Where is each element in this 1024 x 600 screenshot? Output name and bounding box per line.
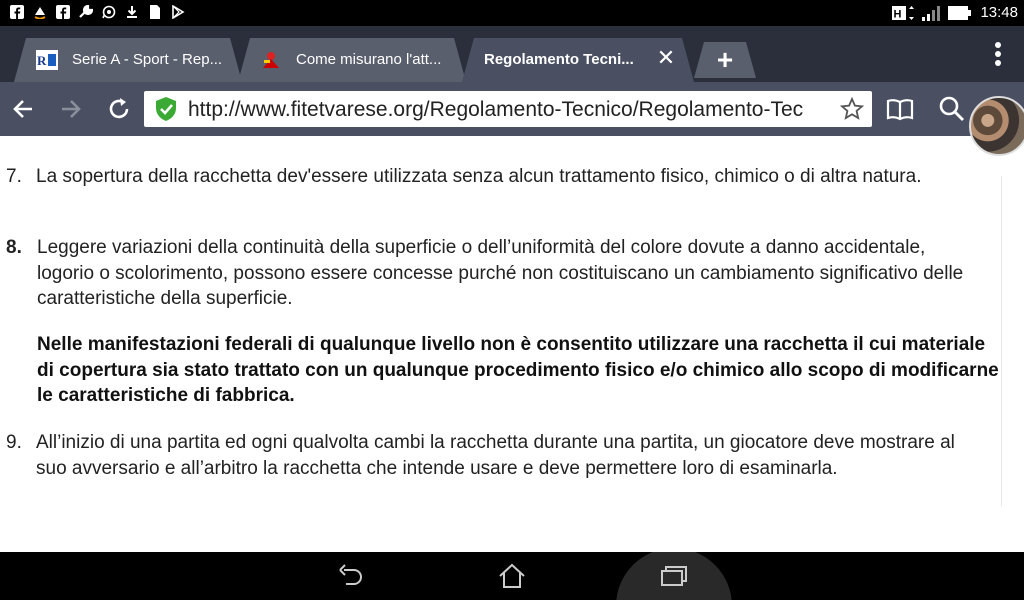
whatsapp-icon bbox=[102, 5, 116, 19]
clock: 13:48 bbox=[980, 4, 1018, 21]
download-icon bbox=[125, 5, 139, 19]
page-content: 7. La sopertura della racchetta dev'esse… bbox=[0, 136, 1024, 552]
tab-regolamento[interactable]: Regolamento Tecni... ✕ bbox=[462, 38, 694, 82]
facebook-icon bbox=[56, 5, 70, 19]
tab-label: Come misurano l'att... bbox=[296, 51, 442, 68]
tab-label: Serie A - Sport - Rep... bbox=[72, 51, 222, 68]
search-icon[interactable] bbox=[937, 94, 967, 124]
forward-arrow-icon[interactable] bbox=[56, 94, 86, 124]
back-nav-icon[interactable] bbox=[336, 562, 366, 590]
toolbar: http://www.fitetvarese.org/Regolamento-T… bbox=[0, 82, 1024, 136]
recents-icon[interactable] bbox=[659, 562, 689, 590]
signal-bars-icon bbox=[922, 5, 941, 21]
scrollbar[interactable] bbox=[1001, 176, 1002, 506]
system-indicators: H 13:48 bbox=[892, 4, 1018, 21]
item-number: 9. bbox=[6, 432, 22, 453]
home-icon[interactable] bbox=[497, 562, 527, 590]
url-bar[interactable]: http://www.fitetvarese.org/Regolamento-T… bbox=[144, 91, 872, 127]
notification-icons bbox=[10, 5, 185, 19]
item-text: Leggere variazioni della continuità dell… bbox=[37, 237, 964, 309]
reader-mode-icon[interactable] bbox=[885, 94, 915, 124]
new-tab-button[interactable]: + bbox=[694, 42, 756, 78]
wrench-icon bbox=[79, 5, 93, 19]
red-figure-favicon bbox=[260, 50, 282, 70]
url-text[interactable]: http://www.fitetvarese.org/Regolamento-T… bbox=[188, 98, 828, 122]
battery-icon bbox=[948, 5, 972, 21]
tab-strip: R Serie A - Sport - Rep... Come misurano… bbox=[0, 26, 1024, 82]
svg-text:H: H bbox=[894, 8, 902, 20]
overflow-menu-icon[interactable] bbox=[994, 42, 1002, 66]
tab-label: Regolamento Tecni... bbox=[484, 51, 634, 68]
play-store-icon bbox=[171, 5, 185, 19]
svg-text:R: R bbox=[37, 53, 47, 68]
item-number: 7. bbox=[6, 166, 22, 187]
file-icon bbox=[148, 5, 162, 19]
secure-shield-icon[interactable] bbox=[154, 96, 178, 122]
avatar[interactable] bbox=[969, 96, 1024, 156]
bookmark-star-icon[interactable] bbox=[839, 96, 865, 121]
tab-come-misurano[interactable]: Come misurano l'att... bbox=[238, 38, 466, 82]
close-tab-icon[interactable]: ✕ bbox=[656, 47, 676, 69]
item-text: La sopertura della racchetta dev'essere … bbox=[36, 166, 922, 187]
bold-note: Nelle manifestazioni federali di qualunq… bbox=[37, 334, 999, 406]
item-number: 8. bbox=[6, 237, 22, 258]
back-arrow-icon[interactable] bbox=[8, 94, 38, 124]
hplus-signal-icon: H bbox=[892, 5, 915, 21]
tab-serie-a[interactable]: R Serie A - Sport - Rep... bbox=[14, 38, 242, 82]
reload-icon[interactable] bbox=[104, 94, 134, 124]
facebook-icon bbox=[10, 5, 24, 19]
item-text: All’inizio di una partita ed ogni qualvo… bbox=[36, 432, 955, 479]
amazon-icon bbox=[33, 5, 47, 19]
repubblica-favicon: R bbox=[36, 50, 58, 70]
system-nav-bar bbox=[0, 548, 1024, 600]
status-bar: H 13:48 bbox=[0, 0, 1024, 26]
